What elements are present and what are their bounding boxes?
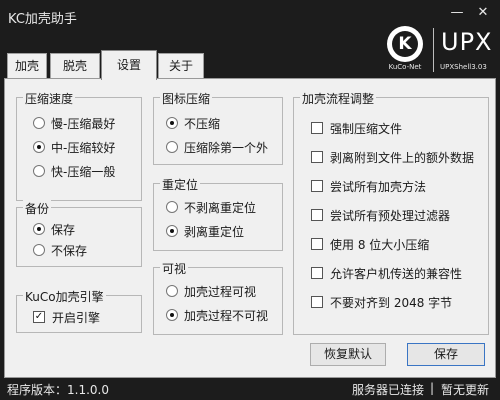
option-strip-extra-data[interactable]: 剥离附到文件上的额外数据 — [311, 148, 474, 166]
status-separator: | — [430, 381, 435, 395]
radio-visible-yes[interactable]: 加壳过程可视 — [166, 282, 256, 300]
version-text: 程序版本：1.1.0.0 — [7, 383, 109, 397]
checkbox[interactable] — [311, 122, 323, 134]
radio-label: 中-压缩较好 — [51, 140, 116, 155]
tab-unpack[interactable]: 脱壳 — [50, 53, 100, 78]
logo-letter: K — [398, 34, 412, 54]
radio-fast-normal[interactable]: 快-压缩一般 — [33, 162, 115, 180]
checkbox[interactable] — [311, 151, 323, 163]
radio-button[interactable] — [33, 141, 45, 153]
update-status: 暂无更新 — [441, 383, 490, 397]
radio-medium-better[interactable]: 中-压缩较好 — [33, 138, 115, 156]
option-client-compat[interactable]: 允许客户机传送的兼容性 — [311, 264, 462, 282]
brand-caption-left: KuCo-Net — [388, 63, 422, 71]
engine-group: KuCo加壳引擎 ✓ 开启引擎 — [16, 288, 142, 333]
option-try-all-methods[interactable]: 尝试所有加壳方法 — [311, 177, 426, 195]
radio-button[interactable] — [166, 201, 178, 213]
settings-panel: 压缩速度 慢-压缩最好 中-压缩较好 快-压缩一般 备份 保存 不保存 KuCo… — [4, 78, 496, 378]
radio-label: 不压缩 — [184, 116, 221, 131]
radio-button[interactable] — [33, 223, 45, 235]
checkbox[interactable] — [311, 296, 323, 308]
option-no-align-2048[interactable]: 不要对齐到 2048 字节 — [311, 293, 452, 311]
radio-label: 不剥离重定位 — [184, 200, 257, 215]
engine-checkbox-row[interactable]: ✓ 开启引擎 — [33, 308, 100, 326]
radio-label: 剥离重定位 — [184, 224, 245, 239]
group-title: 可视 — [160, 260, 189, 277]
checkbox-label: 允许客户机传送的兼容性 — [330, 266, 463, 281]
radio-reloc-strip[interactable]: 剥离重定位 — [166, 222, 244, 240]
save-button[interactable]: 保存 — [407, 343, 485, 366]
status-bar: 程序版本：1.1.0.0 服务器已连接 | 暂无更新 — [0, 378, 500, 400]
close-icon[interactable]: ✕ — [472, 4, 494, 22]
tab-about[interactable]: 关于 — [158, 53, 204, 78]
checkbox-label: 剥离附到文件上的额外数据 — [330, 150, 475, 165]
option-try-all-filters[interactable]: 尝试所有预处理过滤器 — [311, 206, 450, 224]
checkbox[interactable] — [311, 267, 323, 279]
checkbox-label: 尝试所有加壳方法 — [330, 179, 427, 194]
checkbox-label: 使用 8 位大小压缩 — [330, 237, 430, 252]
radio-visible-no[interactable]: 加壳过程不可视 — [166, 306, 268, 324]
group-title: 重定位 — [160, 176, 201, 193]
radio-label: 保存 — [51, 222, 76, 237]
relocation-group: 重定位 不剥离重定位 剥离重定位 — [153, 176, 283, 251]
tab-pack[interactable]: 加壳 — [7, 53, 47, 78]
group-title: 加壳流程调整 — [300, 90, 377, 107]
radio-label: 加壳过程可视 — [184, 284, 257, 299]
radio-button[interactable] — [166, 141, 178, 153]
checkbox[interactable] — [311, 180, 323, 192]
group-title: KuCo加壳引擎 — [23, 288, 106, 305]
backup-group: 备份 保存 不保存 — [16, 200, 142, 267]
group-title: 图标压缩 — [160, 90, 213, 107]
checkbox-label: 开启引擎 — [52, 310, 101, 325]
logo-divider — [433, 28, 434, 72]
option-force-compress[interactable]: 强制压缩文件 — [311, 119, 402, 137]
radio-button[interactable] — [33, 117, 45, 129]
checkbox[interactable] — [311, 209, 323, 221]
restore-defaults-button[interactable]: 恢复默认 — [310, 343, 386, 366]
kuco-logo: K — [387, 26, 423, 62]
checkbox[interactable] — [311, 238, 323, 250]
radio-slow-best[interactable]: 慢-压缩最好 — [33, 114, 115, 132]
compression-speed-group: 压缩速度 慢-压缩最好 中-压缩较好 快-压缩一般 — [16, 90, 142, 201]
icon-compress-group: 图标压缩 不压缩 压缩除第一个外 — [153, 90, 283, 165]
radio-label: 加壳过程不可视 — [184, 308, 269, 323]
radio-button[interactable] — [166, 117, 178, 129]
visible-group: 可视 加壳过程可视 加壳过程不可视 — [153, 260, 283, 335]
radio-reloc-keep[interactable]: 不剥离重定位 — [166, 198, 256, 216]
radio-button[interactable] — [166, 285, 178, 297]
brand-caption-right: UPXShell3.03 — [440, 63, 487, 71]
radio-backup-save[interactable]: 保存 — [33, 220, 75, 238]
radio-icon-none[interactable]: 不压缩 — [166, 114, 220, 132]
radio-backup-nosave[interactable]: 不保存 — [33, 241, 87, 259]
group-title: 备份 — [23, 200, 52, 217]
radio-label: 压缩除第一个外 — [184, 140, 269, 155]
group-title: 压缩速度 — [23, 90, 76, 107]
radio-label: 不保存 — [51, 243, 88, 258]
checkbox-label: 强制压缩文件 — [330, 121, 403, 136]
brand-title: UPX — [441, 28, 493, 56]
checkbox-label: 不要对齐到 2048 字节 — [330, 295, 453, 310]
radio-button[interactable] — [166, 309, 178, 321]
process-group: 加壳流程调整 强制压缩文件 剥离附到文件上的额外数据 尝试所有加壳方法 尝试所有… — [293, 90, 489, 335]
checkbox-checked-icon[interactable]: ✓ — [33, 311, 45, 323]
checkbox-label: 尝试所有预处理过滤器 — [330, 208, 451, 223]
option-8bit-size[interactable]: 使用 8 位大小压缩 — [311, 235, 429, 253]
radio-label: 快-压缩一般 — [51, 164, 116, 179]
server-status: 服务器已连接 — [352, 383, 425, 397]
window-title: KC加壳助手 — [8, 12, 77, 27]
radio-label: 慢-压缩最好 — [51, 116, 116, 131]
tab-settings[interactable]: 设置 — [101, 50, 157, 80]
radio-button[interactable] — [33, 165, 45, 177]
radio-button[interactable] — [33, 244, 45, 256]
minimize-icon[interactable]: — — [446, 4, 468, 22]
radio-button[interactable] — [166, 225, 178, 237]
radio-icon-except-first[interactable]: 压缩除第一个外 — [166, 138, 268, 156]
